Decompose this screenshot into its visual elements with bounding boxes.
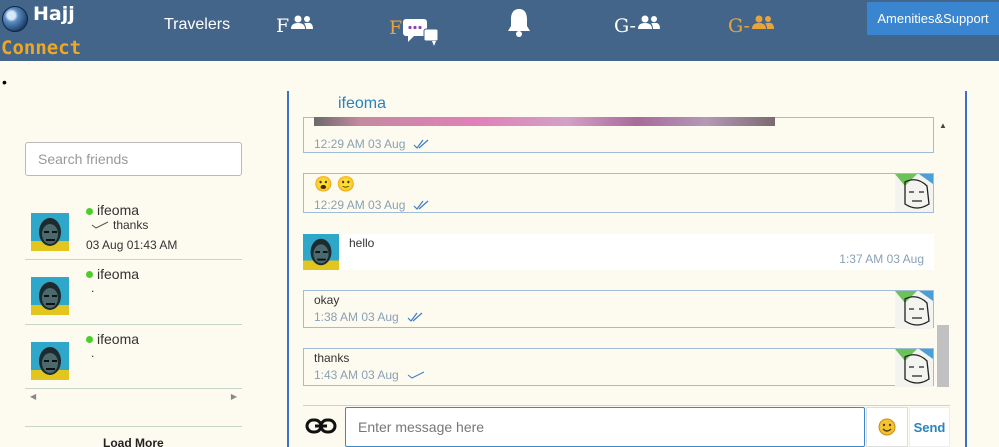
chat-message-outgoing: thanks 1:43 AM 03 Aug	[303, 348, 934, 387]
logo-text-hajj: Hajj	[33, 3, 75, 25]
logo-text-connect: Connect	[1, 37, 82, 59]
nav-group-chat-button[interactable]: G-	[728, 6, 775, 46]
check-icon	[91, 221, 109, 229]
nav-travelers-link[interactable]: Travelers	[164, 16, 230, 34]
bell-icon	[508, 9, 530, 37]
last-message-preview: .	[91, 346, 95, 360]
last-message-preview: thanks	[91, 218, 148, 232]
avatar	[31, 277, 69, 315]
nav-group-button[interactable]: G-	[614, 6, 661, 46]
emoji-picker-button[interactable]	[866, 407, 908, 447]
my-avatar	[895, 174, 933, 212]
preview-text: thanks	[113, 218, 149, 232]
nav-group-chat-letter: G-	[728, 15, 750, 37]
send-button[interactable]: Send	[909, 407, 950, 447]
chat-message-incoming: hello 1:37 AM 03 Aug	[303, 234, 934, 270]
my-avatar	[895, 349, 933, 387]
message-timestamp: 12:29 AM 03 Aug	[314, 198, 429, 212]
friend-list-item[interactable]: ifeoma thanks 03 Aug 01:43 AM	[25, 196, 242, 260]
message-text: okay	[314, 293, 340, 307]
message-input[interactable]	[345, 407, 865, 447]
message-composer: Send	[303, 405, 950, 447]
friend-name: ifeoma	[97, 266, 140, 282]
message-time: 12:29 AM 03 Aug	[314, 198, 406, 212]
online-status-dot	[86, 336, 93, 343]
users-icon	[291, 15, 314, 29]
avatar	[31, 342, 69, 380]
message-text: 😮 🙂	[314, 176, 356, 193]
chat-panel-border	[287, 91, 289, 447]
double-check-icon	[413, 139, 429, 149]
message-text: hello	[349, 236, 375, 250]
scroll-up-arrow-icon[interactable]: ▲	[939, 121, 947, 130]
friend-name: ifeoma	[97, 202, 140, 218]
scroll-left-arrow-icon[interactable]: ◀	[30, 392, 36, 401]
hajj-connect-logo[interactable]: Hajj Connect	[0, 0, 90, 61]
list-bullet: •	[2, 74, 7, 90]
attach-link-icon[interactable]	[303, 408, 339, 444]
double-check-icon	[413, 200, 429, 210]
message-image-attachment[interactable]	[314, 117, 775, 126]
friend-list-item[interactable]: ifeoma .	[25, 325, 242, 389]
message-time: 1:38 AM 03 Aug	[314, 310, 399, 324]
message-timestamp: 1:43 AM 03 Aug	[314, 368, 425, 382]
globe-icon	[2, 6, 28, 32]
nav-friend-chat-button[interactable]: F	[389, 8, 439, 48]
nav-group-letter: G-	[614, 15, 636, 37]
top-navbar: Hajj Connect Travelers F F G- G- Ameniti…	[0, 0, 999, 61]
friend-name: ifeoma	[97, 331, 140, 347]
my-avatar	[895, 291, 933, 329]
double-check-icon	[407, 312, 423, 322]
scrollbar-thumb[interactable]	[937, 325, 949, 387]
friend-list-item[interactable]: ifeoma .	[25, 261, 242, 325]
message-text: thanks	[314, 351, 350, 365]
contact-avatar	[303, 234, 339, 270]
message-bubble: hello 1:37 AM 03 Aug	[342, 234, 934, 270]
chat-message-outgoing: okay 1:38 AM 03 Aug	[303, 290, 934, 329]
notifications-button[interactable]	[506, 3, 532, 43]
load-more-button[interactable]: Load More	[103, 436, 164, 447]
users-icon	[751, 15, 774, 29]
scroll-right-arrow-icon[interactable]: ▶	[231, 392, 237, 401]
chat-vertical-scrollbar[interactable]: ▲	[934, 117, 950, 389]
message-time: 12:29 AM 03 Aug	[314, 137, 406, 151]
nav-friend-chat-letter: F	[389, 17, 403, 39]
nav-friends-letter: F	[276, 15, 290, 37]
online-status-dot	[86, 208, 93, 215]
chat-bubbles-icon	[403, 19, 439, 46]
chat-message-outgoing: 😮 🙂 12:29 AM 03 Aug	[303, 173, 934, 213]
check-icon	[407, 371, 424, 379]
users-icon	[637, 15, 660, 29]
chat-contact-name: ifeoma	[338, 95, 387, 112]
nav-friends-button[interactable]: F	[276, 6, 314, 46]
last-message-preview: .	[91, 281, 95, 295]
chat-panel-border	[965, 91, 967, 447]
message-timestamp: 12:29 AM 03 Aug	[314, 137, 429, 151]
friend-list-horizontal-scrollbar[interactable]: ◀ ▶	[25, 389, 242, 403]
search-friends-input[interactable]	[25, 142, 242, 176]
last-message-time: 03 Aug 01:43 AM	[86, 238, 178, 252]
message-time: 1:37 AM 03 Aug	[839, 252, 924, 266]
message-time: 1:43 AM 03 Aug	[314, 368, 399, 382]
amenities-support-button[interactable]: Amenities&Support	[867, 2, 999, 35]
message-timestamp: 1:38 AM 03 Aug	[314, 310, 423, 324]
divider	[25, 426, 242, 427]
avatar	[31, 213, 69, 251]
smiley-icon	[878, 418, 896, 436]
online-status-dot	[86, 271, 93, 278]
